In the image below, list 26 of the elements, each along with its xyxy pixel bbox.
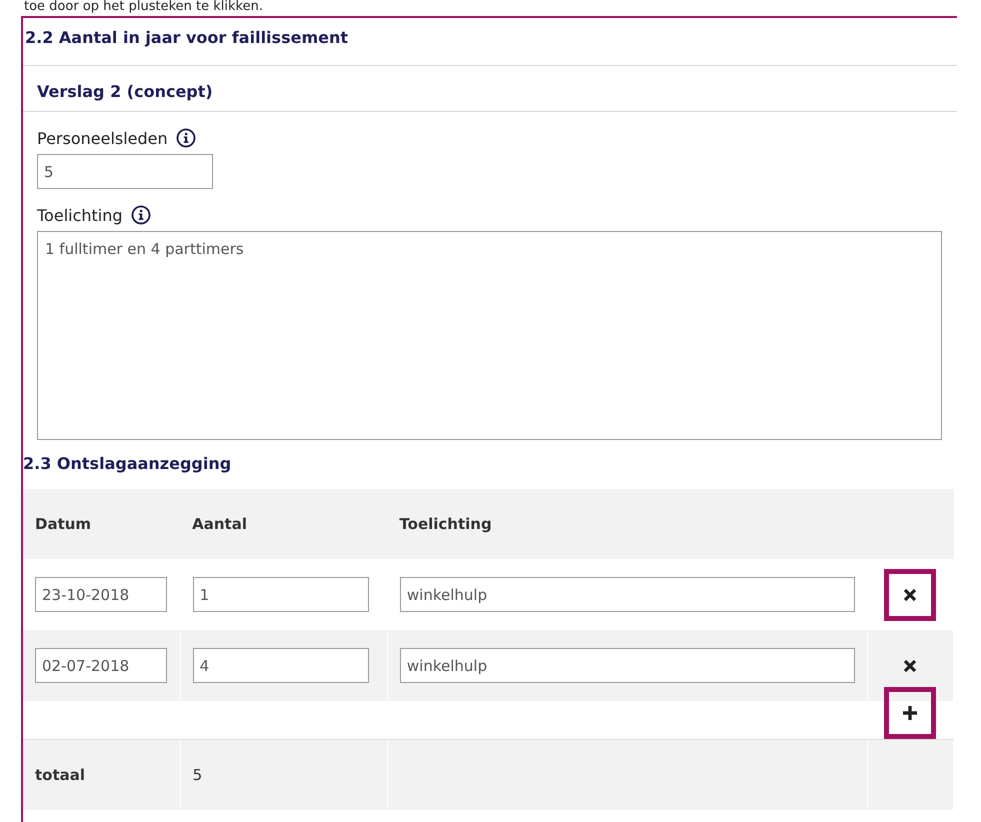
- report-subtitle: Verslag 2 (concept): [23, 66, 957, 112]
- field-label: Personeelsleden: [37, 128, 168, 148]
- add-button[interactable]: [884, 687, 936, 739]
- total-label: totaal: [35, 766, 86, 784]
- text-field[interactable]: winkelhulp: [400, 577, 855, 612]
- number-field[interactable]: 4: [192, 648, 369, 683]
- field-label: Toelichting: [37, 206, 123, 224]
- close-icon: [903, 658, 918, 672]
- delete-button[interactable]: [884, 568, 936, 620]
- intro-text: toe door op het plusteken te klikken.: [23, 0, 264, 14]
- total-value: 5: [192, 766, 202, 784]
- date-field[interactable]: 23-10-2018: [35, 577, 167, 612]
- column-header: Datum: [23, 489, 180, 559]
- date-field[interactable]: 02-07-2018: [35, 648, 167, 683]
- input-field[interactable]: 5: [37, 154, 213, 189]
- section-title: 2.3 Ontslagaanzegging: [23, 453, 232, 475]
- plus-icon: [902, 705, 918, 721]
- info-icon[interactable]: [176, 128, 196, 148]
- number-field[interactable]: 1: [192, 577, 369, 612]
- column-header: Aantal: [180, 489, 388, 559]
- section-title: 2.2 Aantal in jaar voor faillissement: [23, 28, 957, 66]
- column-header: Toelichting: [387, 489, 868, 559]
- info-icon[interactable]: [130, 205, 151, 225]
- close-icon: [903, 588, 918, 602]
- text-field[interactable]: winkelhulp: [400, 648, 855, 683]
- textarea-field[interactable]: 1 fulltimer en 4 parttimers: [37, 231, 942, 440]
